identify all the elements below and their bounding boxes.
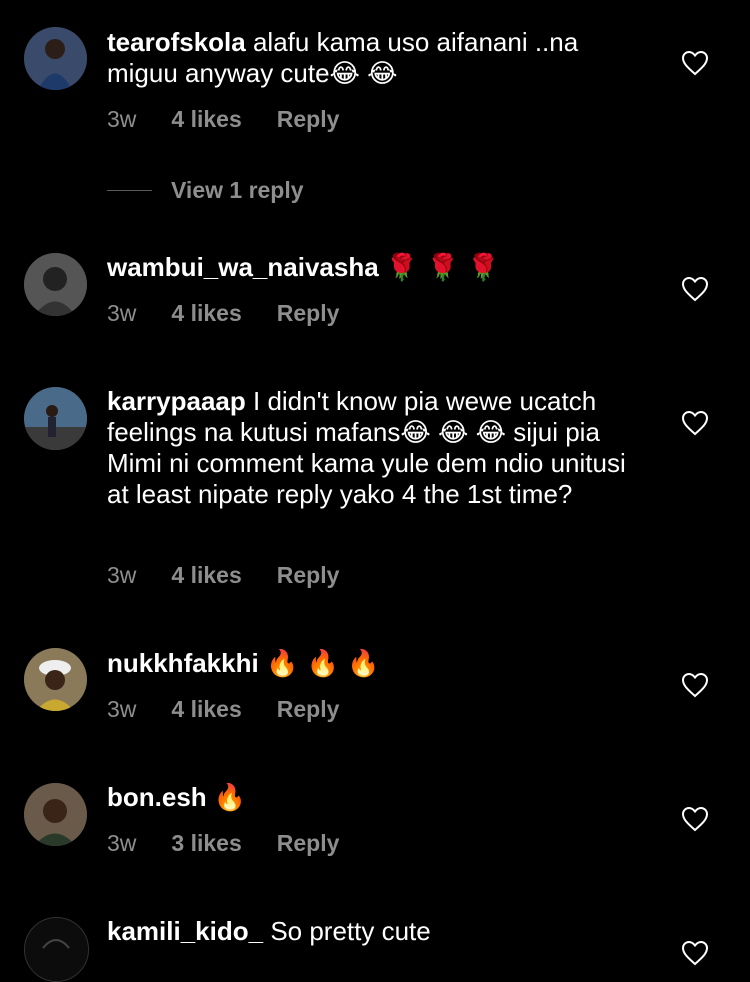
timestamp: 3w	[107, 300, 137, 326]
reply-button[interactable]: Reply	[277, 830, 340, 857]
comment-text: 🔥 🔥 🔥	[265, 649, 380, 679]
heart-icon[interactable]	[681, 50, 709, 76]
avatar[interactable]	[24, 253, 87, 316]
heart-icon[interactable]	[681, 940, 709, 966]
reply-button[interactable]: Reply	[277, 696, 340, 723]
heart-icon[interactable]	[681, 672, 709, 698]
timestamp: 3w	[107, 562, 137, 588]
likes-count[interactable]: 4 likes	[171, 300, 241, 327]
likes-count[interactable]: 4 likes	[171, 696, 241, 723]
avatar[interactable]	[24, 648, 87, 711]
username[interactable]: karrypaaap	[107, 386, 246, 416]
username[interactable]: bon.esh	[107, 782, 207, 812]
avatar[interactable]	[24, 917, 89, 982]
likes-count[interactable]: 4 likes	[171, 106, 241, 133]
likes-count[interactable]: 4 likes	[171, 562, 241, 589]
comment-text: So pretty cute	[270, 916, 431, 946]
avatar[interactable]	[24, 783, 87, 846]
view-replies-label: View 1 reply	[171, 177, 304, 203]
heart-icon[interactable]	[681, 410, 709, 436]
timestamp: 3w	[107, 830, 137, 856]
avatar[interactable]	[24, 387, 87, 450]
username[interactable]: tearofskola	[107, 27, 246, 57]
comment-text: 🌹 🌹 🌹	[385, 253, 500, 283]
username[interactable]: nukkhfakkhi	[107, 648, 259, 678]
avatar[interactable]	[24, 27, 87, 90]
heart-icon[interactable]	[681, 276, 709, 302]
comment-text: 🔥	[213, 783, 247, 813]
username[interactable]: wambui_wa_naivasha	[107, 252, 379, 282]
username[interactable]: kamili_kido_	[107, 916, 263, 946]
reply-button[interactable]: Reply	[277, 106, 340, 133]
reply-button[interactable]: Reply	[277, 300, 340, 327]
heart-icon[interactable]	[681, 806, 709, 832]
reply-button[interactable]: Reply	[277, 562, 340, 589]
view-replies-button[interactable]: View 1 reply	[107, 177, 304, 204]
likes-count[interactable]: 3 likes	[171, 830, 241, 857]
divider	[107, 190, 152, 191]
timestamp: 3w	[107, 696, 137, 722]
timestamp: 3w	[107, 106, 137, 132]
